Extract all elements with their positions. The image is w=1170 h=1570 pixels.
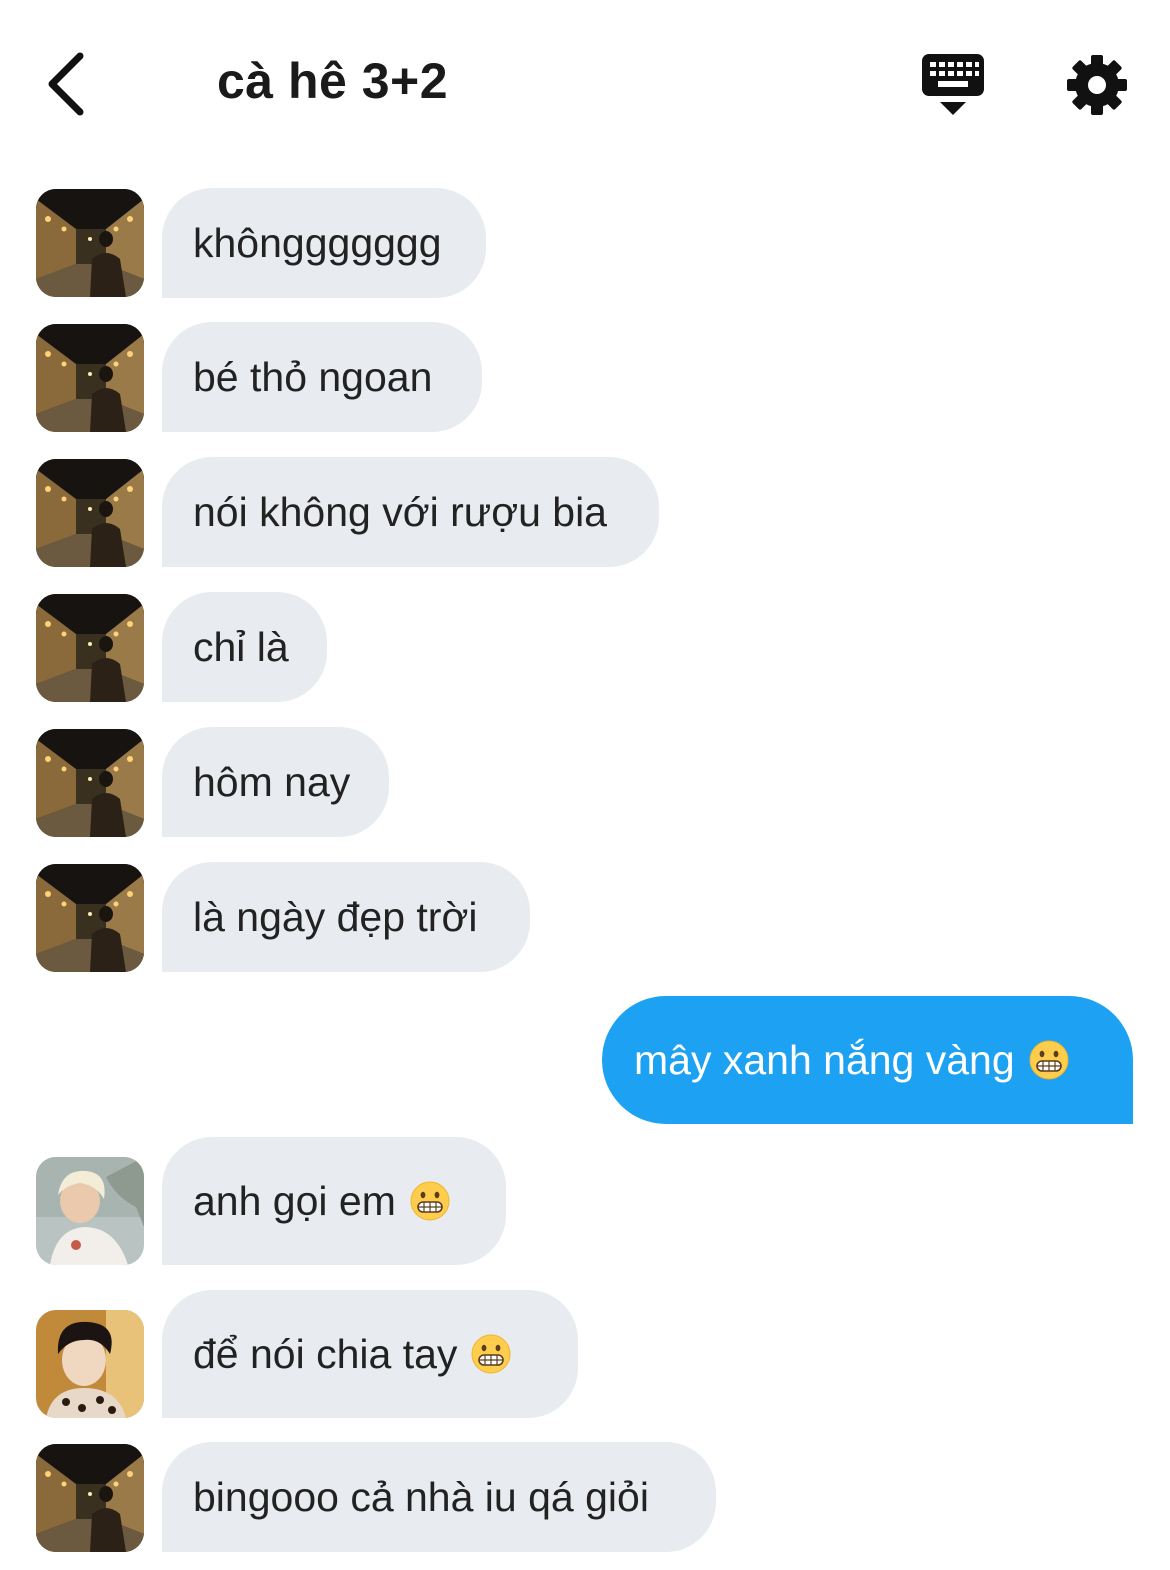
keyboard-toggle-button[interactable] xyxy=(920,52,988,118)
message-text: khônggggggg xyxy=(193,219,442,266)
message-bubble[interactable]: hôm nay xyxy=(162,727,389,837)
message-text: bingooo cả nhà iu qá giỏi xyxy=(193,1473,649,1520)
back-button[interactable] xyxy=(38,48,98,120)
message-row: bingooo cả nhà iu qá giỏi xyxy=(0,1442,1170,1552)
avatar-street-night[interactable] xyxy=(36,459,144,567)
avatar-street-night[interactable] xyxy=(36,864,144,972)
grimacing-face-emoji-icon xyxy=(410,1181,450,1221)
message-row: để nói chia tay xyxy=(0,1290,1170,1418)
avatar-street-night[interactable] xyxy=(36,189,144,297)
avatar-street-night[interactable] xyxy=(36,729,144,837)
message-bubble[interactable]: khônggggggg xyxy=(162,188,486,298)
avatar-street-night[interactable] xyxy=(36,1444,144,1552)
message-text: là ngày đẹp trời xyxy=(193,893,478,940)
message-bubble[interactable]: bingooo cả nhà iu qá giỏi xyxy=(162,1442,716,1552)
message-bubble[interactable]: bé thỏ ngoan xyxy=(162,322,482,432)
avatar-street-night[interactable] xyxy=(36,324,144,432)
chat-header: cà hê 3+2 xyxy=(0,0,1170,160)
message-text: anh gọi em xyxy=(193,1177,396,1224)
avatar-dark-hair-person[interactable] xyxy=(36,1310,144,1418)
chevron-left-icon xyxy=(48,52,84,116)
message-row: khônggggggg xyxy=(0,188,1170,298)
message-bubble[interactable]: nói không với rượu bia xyxy=(162,457,659,567)
message-text: bé thỏ ngoan xyxy=(193,353,433,400)
grimacing-face-emoji-icon xyxy=(471,1334,511,1374)
conversation-title: cà hê 3+2 xyxy=(217,53,449,109)
message-row: là ngày đẹp trời xyxy=(0,862,1170,972)
message-text: mây xanh nắng vàng xyxy=(634,1036,1015,1083)
gear-icon xyxy=(1067,55,1127,115)
message-row: anh gọi em xyxy=(0,1137,1170,1265)
message-row: nói không với rượu bia xyxy=(0,457,1170,567)
message-bubble[interactable]: anh gọi em xyxy=(162,1137,506,1265)
message-text: để nói chia tay xyxy=(193,1330,458,1377)
message-row-outgoing: mây xanh nắng vàng xyxy=(0,996,1170,1124)
grimacing-face-emoji-icon xyxy=(1029,1040,1069,1080)
avatar-blond-person[interactable] xyxy=(36,1157,144,1265)
outgoing-message-bubble[interactable]: mây xanh nắng vàng xyxy=(602,996,1133,1124)
message-row: chỉ là xyxy=(0,592,1170,702)
avatar-street-night[interactable] xyxy=(36,594,144,702)
message-bubble[interactable]: là ngày đẹp trời xyxy=(162,862,530,972)
message-row: bé thỏ ngoan xyxy=(0,322,1170,432)
message-bubble[interactable]: để nói chia tay xyxy=(162,1290,578,1418)
message-row: hôm nay xyxy=(0,727,1170,837)
message-bubble[interactable]: chỉ là xyxy=(162,592,327,702)
settings-button[interactable] xyxy=(1064,52,1130,118)
message-text: nói không với rượu bia xyxy=(193,488,607,535)
message-text: hôm nay xyxy=(193,758,351,805)
message-text: chỉ là xyxy=(193,623,289,670)
keyboard-hide-icon xyxy=(922,54,984,115)
